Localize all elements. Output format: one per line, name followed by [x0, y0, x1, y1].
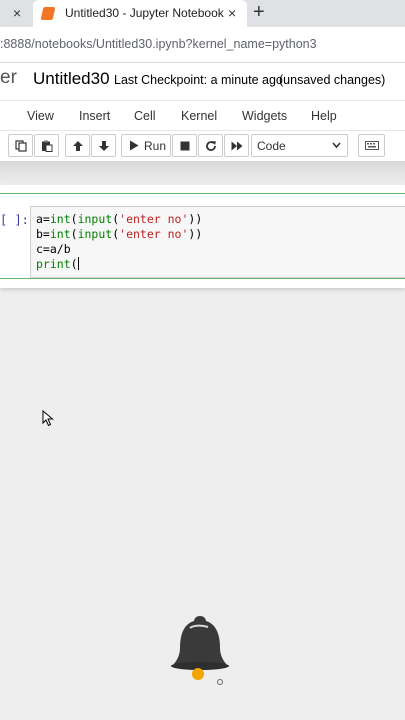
- input-prompt: [ ]:: [0, 213, 29, 227]
- address-bar[interactable]: :8888/notebooks/Untitled30.ipynb?kernel_…: [0, 27, 405, 63]
- close-tab-icon[interactable]: ×: [228, 5, 236, 21]
- code-line: c=a/b: [36, 242, 71, 256]
- checkpoint-status: Last Checkpoint: a minute ago: [114, 73, 283, 87]
- fast-forward-icon: [231, 141, 242, 150]
- jupyter-header: er Untitled30 Last Checkpoint: a minute …: [0, 63, 405, 100]
- run-icon: [130, 140, 139, 151]
- jupyter-logo[interactable]: er: [0, 67, 17, 89]
- restart-icon: [205, 140, 216, 151]
- mouse-pointer-icon: [42, 410, 54, 427]
- tab-title: Untitled30 - Jupyter Notebook: [65, 6, 224, 20]
- menu-widgets[interactable]: Widgets: [242, 109, 287, 123]
- copy-icon: [14, 139, 27, 152]
- run-label: Run: [144, 138, 167, 153]
- autosave-status: (unsaved changes): [279, 73, 386, 87]
- restart-run-all-button[interactable]: [224, 134, 249, 157]
- stop-icon: [180, 141, 189, 150]
- move-down-button[interactable]: [91, 134, 116, 157]
- new-tab-button[interactable]: +: [253, 1, 265, 23]
- move-up-button[interactable]: [65, 134, 90, 157]
- code-cell[interactable]: [ ]: a=int(input('enter no')) b=int(inpu…: [0, 193, 405, 279]
- browser-tab-strip: × Untitled30 - Jupyter Notebook × +: [0, 0, 405, 27]
- cell-type-select[interactable]: Code: [251, 134, 348, 157]
- notebook-name[interactable]: Untitled30: [33, 69, 110, 89]
- close-tab-icon[interactable]: ×: [13, 5, 21, 21]
- chevron-down-icon: [332, 142, 341, 149]
- menubar: View Insert Cell Kernel Widgets Help: [0, 100, 405, 131]
- paste-icon: [41, 140, 52, 152]
- code-line: b=int(input('enter no')): [36, 227, 203, 241]
- text-cursor: [77, 257, 79, 270]
- previous-tab[interactable]: ×: [0, 0, 33, 27]
- active-tab[interactable]: Untitled30 - Jupyter Notebook ×: [33, 0, 247, 27]
- code-editor[interactable]: a=int(input('enter no')) b=int(input('en…: [30, 206, 405, 278]
- code-line: a=int(input('enter no')): [36, 212, 203, 226]
- menu-view[interactable]: View: [27, 109, 54, 123]
- menu-kernel[interactable]: Kernel: [181, 109, 217, 123]
- restart-kernel-button[interactable]: [198, 134, 223, 157]
- toolbar-shadow: [0, 161, 405, 185]
- menu-cell[interactable]: Cell: [134, 109, 156, 123]
- toolbar: Run Code: [0, 131, 405, 161]
- copy-button[interactable]: [8, 134, 33, 157]
- cell-type-value: Code: [257, 139, 286, 153]
- run-button[interactable]: Run: [121, 134, 171, 157]
- paste-button[interactable]: [34, 134, 59, 157]
- menu-help[interactable]: Help: [311, 109, 337, 123]
- url-text[interactable]: :8888/notebooks/Untitled30.ipynb?kernel_…: [0, 37, 317, 51]
- notification-bell-icon[interactable]: [168, 612, 232, 688]
- keyboard-icon: [364, 141, 379, 150]
- interrupt-kernel-button[interactable]: [172, 134, 197, 157]
- notebook-container: [ ]: a=int(input('enter no')) b=int(inpu…: [0, 185, 405, 288]
- menu-insert[interactable]: Insert: [79, 109, 110, 123]
- move-up-icon: [72, 140, 83, 151]
- code-line: print(: [36, 257, 79, 271]
- command-palette-button[interactable]: [358, 134, 385, 157]
- jupyter-favicon-icon: [40, 7, 56, 20]
- move-down-icon: [98, 140, 109, 151]
